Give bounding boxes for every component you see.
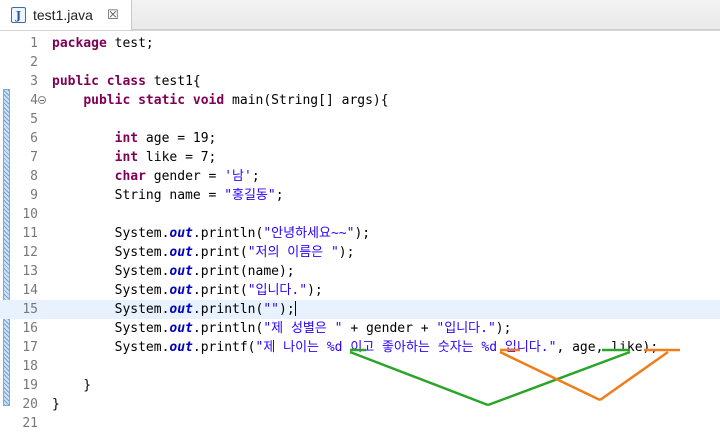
line-number: 21 [22,416,38,431]
code-line[interactable]: 12 System.out.print("저의 이름은 "); [0,243,720,262]
code-line[interactable]: 8 char gender = '남'; [0,167,720,186]
line-number: 3 [30,74,38,89]
code-line[interactable]: 6 int age = 19; [0,129,720,148]
code-line[interactable]: 19 } [0,376,720,395]
java-file-icon: J [11,7,26,23]
code-line[interactable]: 10 [0,205,720,224]
code-line[interactable]: 16 System.out.println("제 성별은 " + gender … [0,319,720,338]
line-number: 16 [22,321,38,336]
code-line[interactable]: 4 public static void main(String[] args)… [0,91,720,110]
code-text: System.out.printf("제 나이는 %d 이고 좋아하는 숫자는 … [52,340,659,355]
line-number: 2 [30,55,38,70]
code-text: System.out.print(name); [52,264,295,279]
code-text: System.out.print("저의 이름은 "); [52,245,355,260]
code-line[interactable]: 15 System.out.println(""); [0,300,720,319]
code-text: public static void main(String[] args){ [83,93,389,108]
fold-toggle-icon[interactable] [38,96,46,104]
code-text: String name = "홍길동"; [52,188,284,203]
code-text: int like = 7; [114,150,217,165]
line-number: 5 [30,112,38,127]
code-line[interactable]: 11 System.out.println("안녕하세요~~"); [0,224,720,243]
line-number: 6 [30,131,38,146]
code-line[interactable]: 2 [0,53,720,72]
code-text: System.out.print("입니다."); [52,283,323,298]
code-line[interactable]: 20} [0,395,720,414]
code-line[interactable]: 3 public class test1{ [0,72,720,91]
code-line[interactable]: 18 [0,357,720,376]
code-line[interactable]: 7 int like = 7; [0,148,720,167]
line-number: 11 [22,226,38,241]
line-number: 15 [22,302,38,317]
code-text: int age = 19; [114,131,217,146]
code-text: } [52,378,92,393]
line-number: 12 [22,245,38,260]
code-line[interactable]: 21 [0,414,720,433]
tab-test1-java[interactable]: J test1.java ☒ [0,0,132,30]
code-line[interactable]: 17 System.out.printf("제 나이는 %d 이고 좋아하는 숫… [0,338,720,357]
code-editor[interactable]: 1 package test; 2 3 public class test1{ 4 pub… [0,31,720,431]
line-number: 9 [30,188,38,203]
close-tab-icon[interactable]: ☒ [107,9,119,22]
code-text: } [52,397,60,412]
tab-bar-background [132,0,720,30]
code-text: char gender = '남'; [114,169,260,184]
code-text: System.out.println(""); [52,301,296,317]
line-number: 13 [22,264,38,279]
code-text: System.out.println("제 성별은 " + gender + "… [52,321,512,336]
code-text: System.out.println("안녕하세요~~"); [52,226,371,241]
code-line[interactable]: 9 String name = "홍길동"; [0,186,720,205]
line-number: 18 [22,359,38,374]
code-text: public class test1{ [52,74,201,89]
line-number: 8 [30,169,38,184]
line-number: 10 [22,207,38,222]
line-number: 20 [22,397,38,412]
text-cursor [294,301,296,316]
line-number: 17 [22,340,38,355]
code-line[interactable]: 5 [0,110,720,129]
line-number: 7 [30,150,38,165]
line-number: 14 [22,283,38,298]
code-line[interactable]: 13 System.out.print(name); [0,262,720,281]
code-text: package test; [52,36,154,51]
code-line[interactable]: 14 System.out.print("입니다."); [0,281,720,300]
line-number: 1 [30,36,38,51]
code-line[interactable]: 1 package test; [0,34,720,53]
line-number: 4 [30,93,38,108]
line-number: 19 [22,378,38,393]
tab-title: test1.java [33,7,93,23]
editor-tab-bar: J test1.java ☒ [0,0,720,31]
